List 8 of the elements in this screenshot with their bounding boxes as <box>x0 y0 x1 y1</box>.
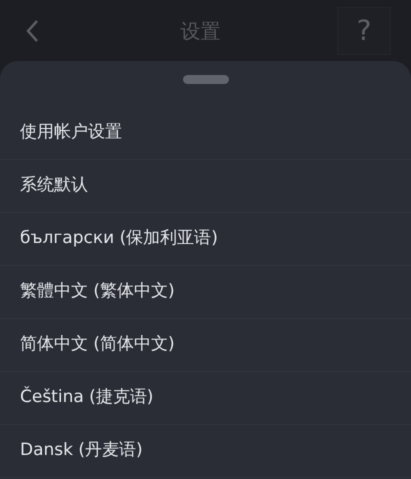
language-option[interactable]: 简体中文 (简体中文) <box>0 319 411 372</box>
language-option[interactable]: 使用帐户设置 <box>0 107 411 160</box>
page-title: 设置 <box>180 18 220 44</box>
language-option[interactable]: 繁體中文 (繁体中文) <box>0 266 411 319</box>
language-option[interactable]: 系统默认 <box>0 160 411 213</box>
language-option[interactable]: български (保加利亚语) <box>0 213 411 266</box>
language-option[interactable]: Čeština (捷克语) <box>0 372 411 425</box>
language-option[interactable]: Dansk (丹麦语) <box>0 425 411 478</box>
